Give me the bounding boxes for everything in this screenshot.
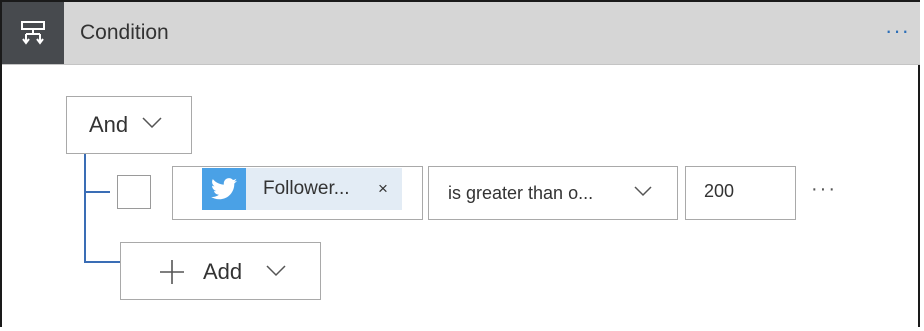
tree-connector-line [84, 154, 86, 263]
header-more-button[interactable]: ··· [885, 2, 910, 64]
condition-left-operand[interactable]: Follower... × [172, 166, 423, 220]
condition-icon [2, 2, 64, 64]
twitter-icon [202, 168, 246, 210]
add-button[interactable]: Add [120, 242, 321, 300]
and-operator-dropdown[interactable]: And [66, 96, 192, 154]
plus-icon [160, 260, 184, 284]
condition-title: Condition [80, 21, 169, 44]
dynamic-content-token[interactable]: Follower... × [202, 168, 402, 210]
row-select-checkbox[interactable] [117, 175, 151, 209]
token-remove-button[interactable]: × [378, 168, 388, 210]
comparison-operator-dropdown[interactable]: is greater than o... [428, 166, 678, 220]
token-label: Follower... [263, 178, 350, 199]
add-label: Add [203, 259, 243, 284]
tree-branch-line [84, 191, 110, 193]
and-operator-label: And [89, 112, 129, 137]
condition-value-text: 200 [704, 181, 735, 201]
chevron-down-icon [266, 265, 286, 277]
chevron-down-icon [142, 117, 162, 129]
tree-branch-line [84, 261, 122, 263]
condition-value-input[interactable]: 200 [685, 166, 796, 220]
condition-header[interactable]: Condition ··· [2, 2, 920, 65]
comparison-operator-label: is greater than o... [448, 182, 594, 203]
row-more-button[interactable]: ··· [811, 178, 837, 201]
chevron-down-icon [634, 186, 652, 197]
